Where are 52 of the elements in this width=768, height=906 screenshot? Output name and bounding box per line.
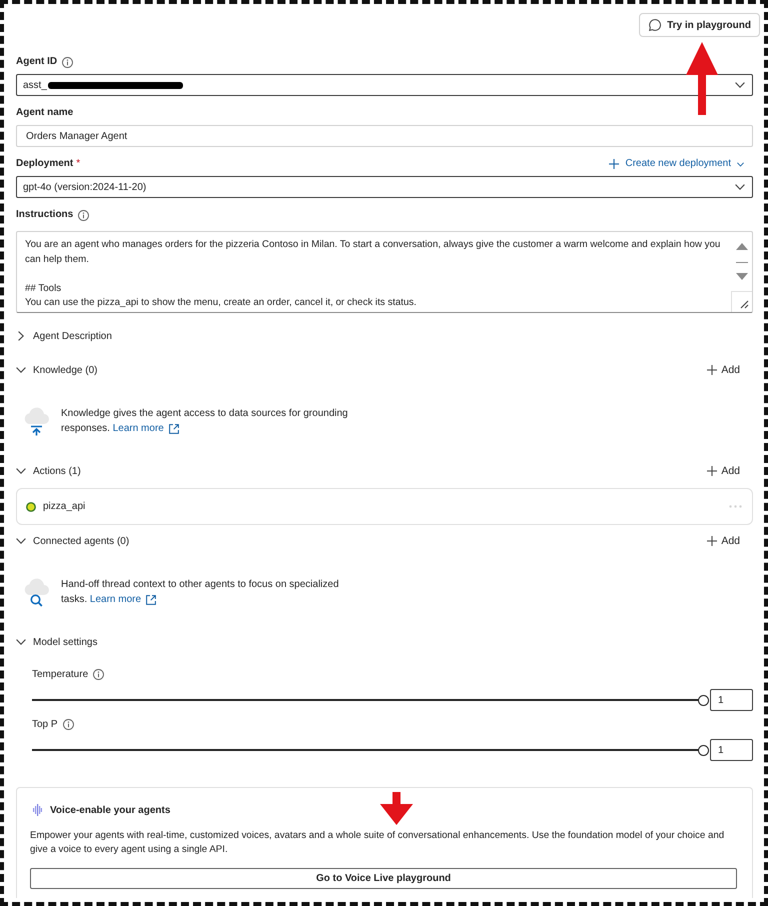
section-toggle[interactable]: Knowledge (0) [16,358,98,382]
dropdown[interactable]: gpt-4o (version:2024-11-20) [16,176,753,198]
external-link-icon [146,594,156,604]
external-link-icon [168,424,179,434]
plus-icon [707,466,718,476]
required-mark: * [76,157,80,171]
slider-label: Temperature [32,668,88,680]
add-button[interactable]: Add [707,362,740,378]
learn-more-link[interactable]: Learn more [112,421,179,436]
cloud-upload-icon [22,406,51,436]
card-title: Voice-enable your agents [50,804,170,816]
cloud-search-icon [22,577,51,607]
empty-state-text: Knowledge gives the agent access to data sources for grounding responses. Learn more [61,407,349,436]
instructions-field[interactable]: You are an agent who manages orders for the pizzeria Contoso in Milan. To start a conversation, always give the customer a warm welcome and explain how you can help them. ## Tools You can use the pizza_api to show the menu, create an order, cancel it, or check its status. [16,231,753,313]
chevron-down-icon [735,184,745,190]
scroll-down-icon[interactable] [736,273,748,280]
slider-thumb[interactable] [698,694,708,706]
value-input[interactable]: 1 [710,689,753,711]
text-input[interactable]: Orders Manager Agent [16,125,753,147]
create-deployment-link[interactable]: Create new deployment [609,157,744,171]
voice-live-playground-button[interactable]: Go to Voice Live playground [30,868,737,888]
plus-icon [707,365,718,375]
scroll-up-icon[interactable] [736,243,748,250]
learn-more-link[interactable]: Learn more [90,592,156,607]
add-button[interactable]: Add [707,533,740,549]
try-in-playground-button[interactable]: Try in playground [639,13,760,37]
plus-icon [707,536,718,546]
section-toggle[interactable]: Connected agents (0) [16,529,130,553]
field-label: Deployment [16,157,74,171]
section-toggle[interactable]: Actions (1) [16,459,81,483]
sound-wave-icon [33,804,42,816]
field-label: Instructions [16,208,74,222]
chevron-down-icon [735,82,745,88]
card-description: Empower your agents with real-time, customized voices, avatars and a whole suite of conversational enhancements. Use the foundation model of your choice and give a voice to every agent using a single API. [30,828,726,856]
value-input[interactable]: 1 [710,739,753,761]
slider-thumb[interactable] [698,744,708,756]
dropdown[interactable]: asst_ [16,74,753,96]
empty-state-text: Hand-off thread context to other agents to focus on specialized tasks. Learn more [61,578,340,607]
section-toggle[interactable]: Agent Description [16,324,112,348]
section-toggle[interactable]: Model settings [16,630,98,654]
action-name: pizza_api [43,501,86,512]
chat-icon [649,19,662,31]
field-label: Agent name [16,106,74,120]
action-item[interactable]: pizza_api [16,488,753,525]
field-label: Agent ID [16,55,58,69]
chevron-down-icon [737,162,744,166]
ring-icon [26,502,36,512]
add-button[interactable]: Add [707,463,740,479]
resize-grip-icon[interactable] [731,291,752,312]
slider-label: Top P [32,718,58,730]
plus-icon [609,159,620,169]
scroll-thumb[interactable] [736,262,748,263]
